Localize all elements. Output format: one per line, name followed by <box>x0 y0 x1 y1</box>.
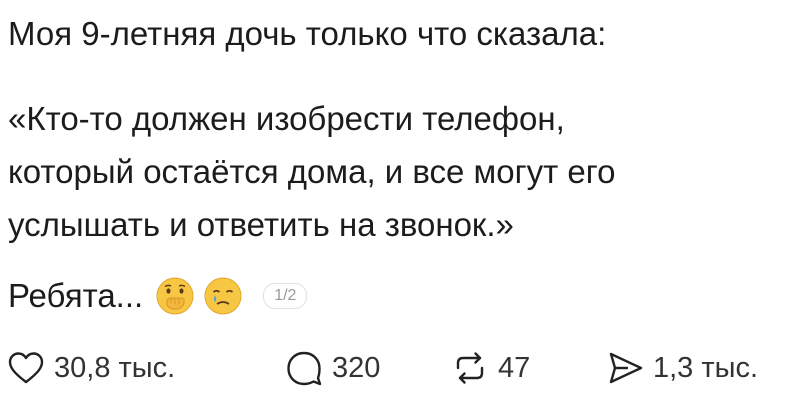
heart-icon <box>6 348 46 388</box>
comment-button[interactable]: 320 <box>284 340 380 396</box>
repost-button[interactable]: 47 <box>450 340 530 396</box>
like-button[interactable]: 30,8 тыс. <box>6 340 175 396</box>
quote-line: который остаётся дома, и все могут его <box>8 153 616 190</box>
post-actions: 30,8 тыс. 320 47 1,3 тыс. <box>0 340 800 396</box>
quote-line: «Кто-то должен изобрести телефон, <box>8 100 565 137</box>
reaction-row: Ребята... 1/2 <box>8 272 308 320</box>
post-intro-text: Моя 9-летняя дочь только что сказала: <box>8 15 607 52</box>
hand-over-mouth-emoji <box>155 276 195 316</box>
post: Моя 9-летняя дочь только что сказала: «К… <box>0 0 800 402</box>
image-pager: 1/2 <box>263 283 308 309</box>
reaction-text: Ребята... <box>8 277 144 314</box>
crying-face-emoji <box>203 276 243 316</box>
repost-icon <box>450 348 490 388</box>
quote-line: услышать и ответить на звонок.» <box>8 206 514 243</box>
share-button[interactable]: 1,3 тыс. <box>605 340 758 396</box>
like-count: 30,8 тыс. <box>54 351 176 384</box>
repost-count: 47 <box>498 351 531 384</box>
comment-count: 320 <box>332 351 381 384</box>
share-count: 1,3 тыс. <box>653 351 759 384</box>
post-quote: «Кто-то должен изобрести телефон, которы… <box>8 92 788 251</box>
send-icon <box>605 348 645 388</box>
comment-icon <box>284 348 324 388</box>
